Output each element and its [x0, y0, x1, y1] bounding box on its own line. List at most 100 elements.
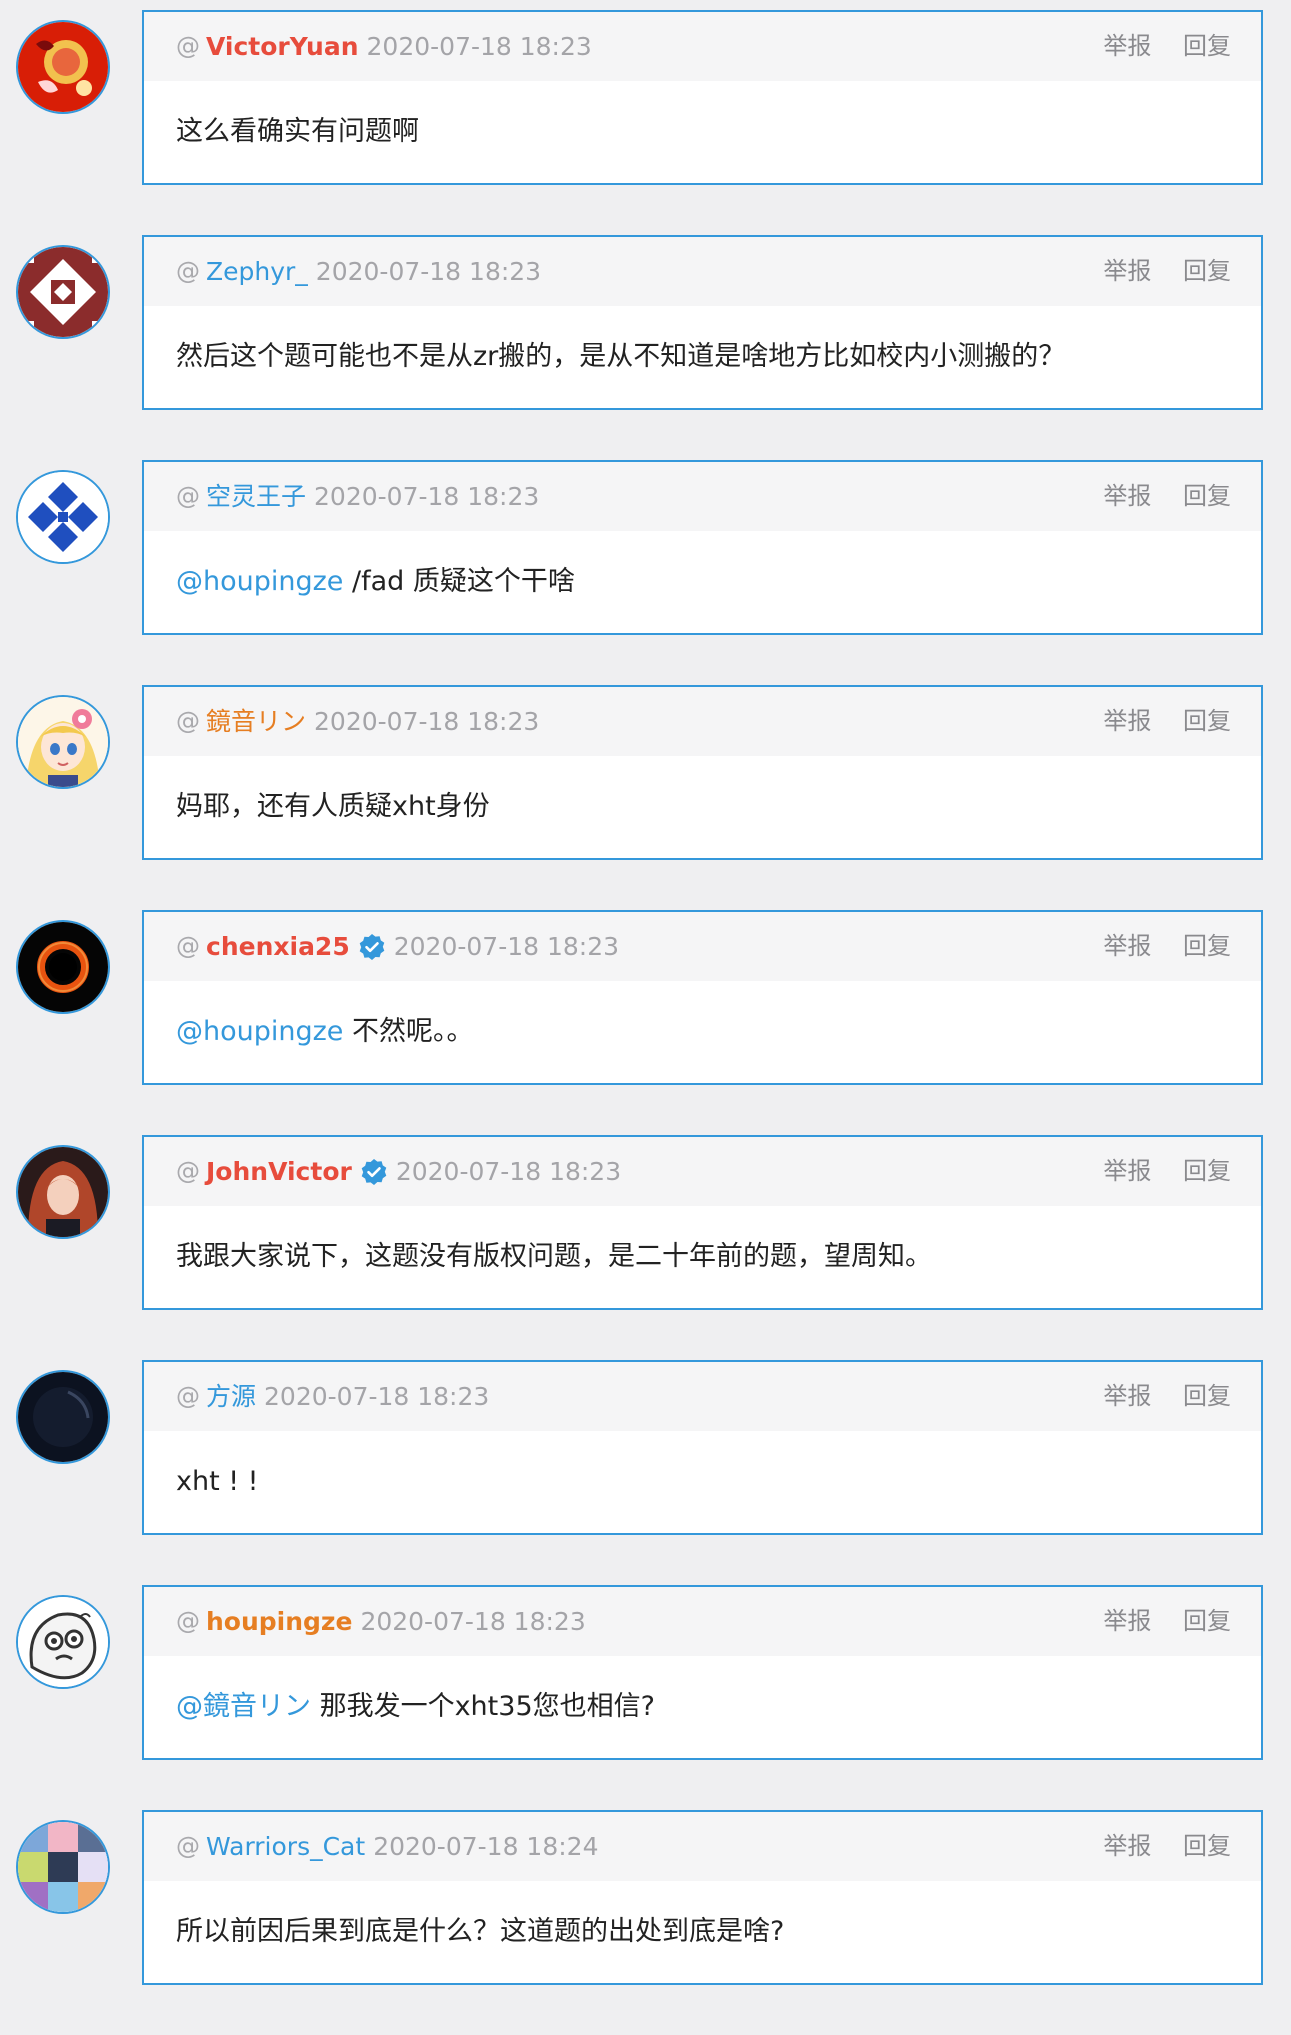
comment-timestamp: 2020-07-18 18:23: [366, 32, 592, 61]
collage-avatar-icon[interactable]: [16, 1820, 110, 1914]
report-button[interactable]: 举报: [1103, 1157, 1151, 1185]
comment-item: @ 空灵王子 2020-07-18 18:23 举报 回复 @houpingze…: [0, 460, 1291, 640]
username-link[interactable]: chenxia25: [206, 912, 350, 981]
comment-body: @鏡音リン 那我发一个xht35您也相信?: [176, 1656, 655, 1758]
reply-button[interactable]: 回复: [1183, 1382, 1231, 1410]
comment-card: @ 方源 2020-07-18 18:23 举报 回复 xht ! !: [142, 1360, 1263, 1535]
comment-header: @ Zephyr_ 2020-07-18 18:23 举报 回复: [144, 237, 1261, 306]
reply-button[interactable]: 回复: [1183, 1832, 1231, 1860]
comment-timestamp: 2020-07-18 18:23: [360, 1607, 586, 1636]
username-link[interactable]: 空灵王子: [206, 462, 306, 531]
at-icon: @: [176, 32, 200, 60]
at-icon: @: [176, 482, 200, 510]
comment-timestamp: 2020-07-18 18:23: [314, 707, 540, 736]
at-icon: @: [176, 707, 200, 735]
report-button[interactable]: 举报: [1103, 1607, 1151, 1635]
comment-header: @ VictorYuan 2020-07-18 18:23 举报 回复: [144, 12, 1261, 81]
at-icon: @: [176, 1607, 200, 1635]
red-flower-avatar-icon[interactable]: [16, 20, 110, 114]
comment-item: @ Warriors_Cat 2020-07-18 18:24 举报 回复 所以…: [0, 1810, 1291, 1990]
reply-button[interactable]: 回复: [1183, 32, 1231, 60]
comment-item: @ VictorYuan 2020-07-18 18:23 举报 回复 这么看确…: [0, 10, 1291, 190]
red-hair-anime-avatar-icon[interactable]: [16, 1145, 110, 1239]
reply-button[interactable]: 回复: [1183, 257, 1231, 285]
comment-body: 所以前因后果到底是什么？这道题的出处到底是啥?: [176, 1881, 784, 1983]
comment-meta: @ chenxia25 2020-07-18 18:23: [176, 912, 619, 981]
comment-header: @ houpingze 2020-07-18 18:23 举报 回复: [144, 1587, 1261, 1656]
comment-timestamp: 2020-07-18 18:23: [315, 257, 542, 286]
blue-identicon-avatar-icon[interactable]: [16, 470, 110, 564]
comment-body: 这么看确实有问题啊: [176, 81, 419, 183]
username-link[interactable]: Warriors_Cat: [206, 1812, 365, 1881]
at-icon: @: [176, 1832, 200, 1860]
comment-body: @houpingze /fad 质疑这个干啥: [176, 531, 575, 633]
comment-meta: @ 空灵王子 2020-07-18 18:23: [176, 462, 539, 531]
comment-body: xht ! !: [176, 1431, 259, 1533]
comment-card: @ Warriors_Cat 2020-07-18 18:24 举报 回复 所以…: [142, 1810, 1263, 1985]
username-link[interactable]: 鏡音リン: [206, 687, 306, 756]
comment-text: 不然呢。。: [343, 1016, 474, 1047]
dark-avatar-icon[interactable]: [16, 1370, 110, 1464]
black-hole-avatar-icon[interactable]: [16, 920, 110, 1014]
comment-meta: @ VictorYuan 2020-07-18 18:23: [176, 12, 592, 81]
comment-card: @ houpingze 2020-07-18 18:23 举报 回复 @鏡音リン…: [142, 1585, 1263, 1760]
comment-card: @ 空灵王子 2020-07-18 18:23 举报 回复 @houpingze…: [142, 460, 1263, 635]
username-link[interactable]: houpingze: [206, 1587, 352, 1656]
comment-timestamp: 2020-07-18 18:23: [395, 1157, 622, 1186]
comment-body: 妈耶，还有人质疑xht身份: [176, 756, 490, 858]
comment-item: @ chenxia25 2020-07-18 18:23 举报 回复 @houp…: [0, 910, 1291, 1090]
report-button[interactable]: 举报: [1103, 257, 1151, 285]
comment-card: @ 鏡音リン 2020-07-18 18:23 举报 回复 妈耶，还有人质疑xh…: [142, 685, 1263, 860]
comment-text: 所以前因后果到底是什么？这道题的出处到底是啥?: [176, 1916, 785, 1947]
comment-item: @ houpingze 2020-07-18 18:23 举报 回复 @鏡音リン…: [0, 1585, 1291, 1765]
reply-button[interactable]: 回复: [1183, 1607, 1231, 1635]
comment-card: @ VictorYuan 2020-07-18 18:23 举报 回复 这么看确…: [142, 10, 1263, 185]
comment-text: 这么看确实有问题啊: [176, 116, 419, 147]
mention-link[interactable]: @houpingze: [176, 566, 343, 597]
comment-actions: 举报 回复: [1103, 462, 1231, 531]
username-link[interactable]: Zephyr_: [206, 237, 308, 306]
username-link[interactable]: JohnVictor: [206, 1137, 352, 1206]
comment-meta: @ 方源 2020-07-18 18:23: [176, 1362, 489, 1431]
report-button[interactable]: 举报: [1103, 1382, 1151, 1410]
report-button[interactable]: 举报: [1103, 932, 1151, 960]
mention-link[interactable]: @鏡音リン: [176, 1691, 311, 1722]
report-button[interactable]: 举报: [1103, 1832, 1151, 1860]
verified-badge-icon: [360, 1158, 388, 1186]
comment-body: 然后这个题可能也不是从zr搬的，是从不知道是啥地方比如校内小测搬的？: [176, 306, 1065, 408]
comment-text: 妈耶，还有人质疑xht身份: [176, 791, 490, 822]
comment-thread: @ VictorYuan 2020-07-18 18:23 举报 回复 这么看确…: [0, 0, 1291, 2035]
report-button[interactable]: 举报: [1103, 32, 1151, 60]
comment-meta: @ 鏡音リン 2020-07-18 18:23: [176, 687, 539, 756]
username-link[interactable]: VictorYuan: [206, 12, 359, 81]
comment-actions: 举报 回复: [1103, 12, 1231, 81]
anime-girl-avatar-icon[interactable]: [16, 695, 110, 789]
comment-meta: @ houpingze 2020-07-18 18:23: [176, 1587, 586, 1656]
reply-button[interactable]: 回复: [1183, 1157, 1231, 1185]
comment-body: 我跟大家说下，这题没有版权问题，是二十年前的题，望周知。: [176, 1206, 932, 1308]
comment-header: @ 空灵王子 2020-07-18 18:23 举报 回复: [144, 462, 1261, 531]
reply-button[interactable]: 回复: [1183, 932, 1231, 960]
comment-header: @ chenxia25 2020-07-18 18:23 举报 回复: [144, 912, 1261, 981]
comment-item: @ 方源 2020-07-18 18:23 举报 回复 xht ! !: [0, 1360, 1291, 1540]
comment-actions: 举报 回复: [1103, 1362, 1231, 1431]
comment-text: 我跟大家说下，这题没有版权问题，是二十年前的题，望周知。: [176, 1241, 932, 1272]
report-button[interactable]: 举报: [1103, 707, 1151, 735]
comment-item: @ JohnVictor 2020-07-18 18:23 举报 回复 我跟大家…: [0, 1135, 1291, 1315]
comment-actions: 举报 回复: [1103, 237, 1231, 306]
comment-actions: 举报 回复: [1103, 687, 1231, 756]
meme-face-avatar-icon[interactable]: [16, 1595, 110, 1689]
comment-text: xht ! !: [176, 1466, 259, 1497]
mention-link[interactable]: @houpingze: [176, 1016, 343, 1047]
comment-header: @ 方源 2020-07-18 18:23 举报 回复: [144, 1362, 1261, 1431]
comment-text: /fad 质疑这个干啥: [343, 566, 575, 597]
report-button[interactable]: 举报: [1103, 482, 1151, 510]
reply-button[interactable]: 回复: [1183, 482, 1231, 510]
brown-identicon-avatar-icon[interactable]: [16, 245, 110, 339]
comment-actions: 举报 回复: [1103, 1137, 1231, 1206]
reply-button[interactable]: 回复: [1183, 707, 1231, 735]
at-icon: @: [176, 1382, 200, 1410]
username-link[interactable]: 方源: [206, 1362, 256, 1431]
comment-text: 那我发一个xht35您也相信?: [311, 1691, 655, 1722]
at-icon: @: [176, 1157, 200, 1185]
